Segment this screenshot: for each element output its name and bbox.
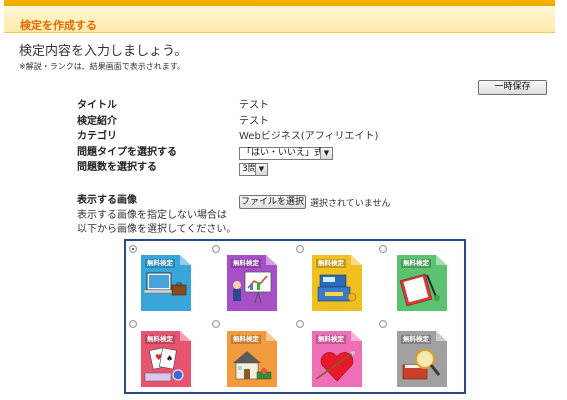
image-help-line-2: 以下から画像を選択してください。	[77, 224, 237, 235]
image-option-radio-5[interactable]	[129, 320, 137, 328]
image-picker-grid: 無料検定 無料検定 無料検定 無料検定 無料検定 ♥ ♠ 無料検定 無料検定 無…	[124, 239, 466, 394]
category-label: カテゴリ	[77, 131, 117, 142]
image-option-tile-2[interactable]: 無料検定	[227, 255, 277, 311]
image-option-tile-4[interactable]: 無料検定	[397, 255, 447, 311]
book-magnifier-icon	[402, 349, 441, 380]
file-status-text: 選択されていません	[310, 199, 391, 209]
image-label: 表示する画像	[77, 195, 137, 206]
page-title: 検定を作成する	[20, 19, 97, 32]
question-type-selected-value: 「はい・いいえ」式	[242, 148, 324, 158]
question-count-label: 問題数を選択する	[77, 162, 157, 173]
image-option-tile-1[interactable]: 無料検定	[141, 255, 191, 311]
temporary-save-button[interactable]: 一時保存	[478, 80, 547, 95]
question-type-select[interactable]: 「はい・いいえ」式 ▼	[239, 147, 333, 160]
image-option-radio-2[interactable]	[212, 245, 220, 253]
image-option-radio-4[interactable]	[379, 245, 387, 253]
image-option-radio-8[interactable]	[379, 320, 387, 328]
question-count-select[interactable]: 3問 ▼	[239, 163, 268, 176]
image-option-tile-7[interactable]: 無料検定	[312, 331, 362, 387]
image-option-tile-5[interactable]: 無料検定 ♥ ♠	[141, 331, 191, 387]
image-option-radio-7[interactable]	[296, 320, 304, 328]
intro-note: ※解説・ランクは、結果画面で表示されます。	[19, 62, 185, 71]
choose-file-button[interactable]: ファイルを選択	[239, 195, 306, 209]
casino-chips-icon: ♥ ♠	[144, 347, 184, 382]
chevron-down-icon: ▼	[255, 164, 267, 175]
svg-text:♠: ♠	[166, 354, 173, 363]
chevron-down-icon: ▼	[320, 148, 332, 159]
description-value: テスト	[239, 116, 269, 127]
question-type-label: 問題タイプを選択する	[77, 147, 177, 158]
image-option-radio-3[interactable]	[296, 245, 304, 253]
title-label: タイトル	[77, 100, 117, 111]
notebook-pen-icon	[399, 273, 440, 307]
page-header: 検定を作成する	[4, 6, 555, 33]
cash-register-icon	[317, 274, 357, 302]
heart-arrow-icon	[315, 350, 357, 382]
image-option-radio-1[interactable]	[129, 245, 137, 253]
laptop-briefcase-icon	[143, 272, 187, 296]
house-icon	[233, 351, 272, 380]
image-option-tile-6[interactable]: 無料検定	[227, 331, 277, 387]
image-help-line-1: 表示する画像を指定しない場合は	[77, 210, 227, 221]
intro-heading: 検定内容を入力しましょう。	[19, 44, 188, 59]
presentation-chart-icon	[233, 271, 272, 304]
title-value: テスト	[239, 100, 269, 111]
description-label: 検定紹介	[77, 116, 117, 127]
image-option-tile-3[interactable]: 無料検定	[312, 255, 362, 311]
image-option-radio-6[interactable]	[212, 320, 220, 328]
image-option-tile-8[interactable]: 無料検定	[397, 331, 447, 387]
svg-text:♥: ♥	[155, 353, 162, 362]
category-value: Webビジネス(アフィリエイト)	[239, 131, 379, 142]
